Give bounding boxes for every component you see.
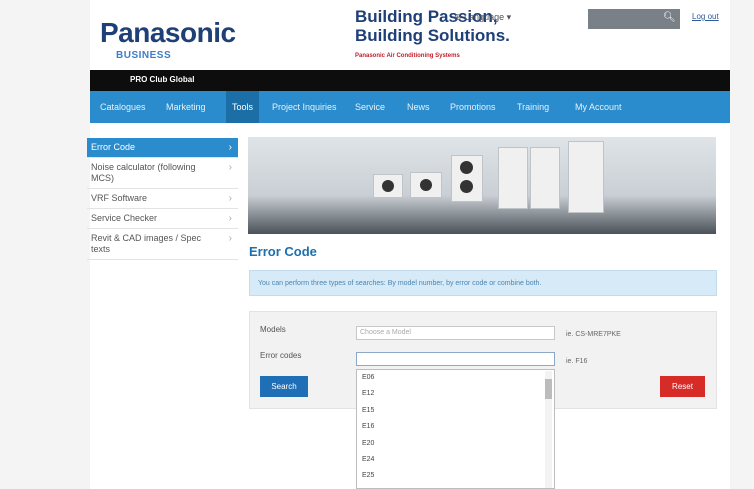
fan-icon [460, 161, 473, 174]
sidebar-item-label: Error Code [91, 142, 136, 152]
models-label: Models [260, 325, 286, 334]
nav-tools[interactable]: Tools [226, 91, 260, 123]
models-hint: ie. CS-MRE7PKE [566, 331, 621, 338]
sidebar-item-service-checker[interactable]: Service Checker › [87, 209, 238, 229]
error-codes-hint: ie. F16 [566, 358, 588, 365]
nav-news[interactable]: News [401, 91, 436, 123]
logout-link[interactable]: Log out [692, 12, 719, 21]
dropdown-option[interactable]: E25 [357, 468, 554, 484]
sidebar-item-label: VRF Software [91, 193, 148, 203]
chevron-right-icon: › [228, 213, 232, 224]
club-bar: PRO Club Global [90, 70, 730, 91]
search-icon[interactable]: 🔍︎ [663, 12, 676, 23]
nav-marketing[interactable]: Marketing [160, 91, 212, 123]
sidebar-item-vrf-software[interactable]: VRF Software › [87, 189, 238, 209]
reset-button[interactable]: Reset [660, 376, 705, 397]
vrf-unit-image [498, 147, 528, 209]
tagline-line2: Building Solutions. [355, 26, 510, 45]
language-selector[interactable]: ⊕ Language ▾ [454, 12, 511, 23]
search-button[interactable]: Search [260, 376, 308, 397]
outdoor-unit-image [410, 172, 442, 198]
error-codes-input[interactable] [356, 352, 555, 366]
nav-promotions[interactable]: Promotions [444, 91, 502, 123]
sidebar-item-noise-calculator[interactable]: Noise calculator (following MCS) › [87, 158, 238, 189]
fan-icon [460, 180, 473, 193]
product-banner [248, 137, 716, 234]
outdoor-unit-image [373, 174, 403, 198]
chevron-right-icon: › [228, 162, 232, 173]
chevron-right-icon: › [228, 142, 232, 153]
sidebar-item-label: Revit & CAD images / Spec texts [91, 233, 202, 254]
panasonic-logo[interactable]: Panasonic [100, 17, 236, 49]
sidebar-item-revit-cad[interactable]: Revit & CAD images / Spec texts › [87, 229, 238, 260]
nav-service[interactable]: Service [349, 91, 391, 123]
club-label: PRO Club Global [130, 75, 195, 84]
dropdown-option[interactable]: E20 [357, 436, 554, 452]
dropdown-option[interactable]: E24 [357, 452, 554, 468]
page-title: Error Code [249, 244, 317, 259]
error-codes-label: Error codes [260, 351, 302, 360]
chevron-right-icon: › [228, 233, 232, 244]
outdoor-unit-image [451, 155, 483, 202]
nav-catalogues[interactable]: Catalogues [94, 91, 152, 123]
dropdown-option[interactable]: E15 [357, 403, 554, 419]
vrf-unit-image [568, 141, 604, 213]
nav-training[interactable]: Training [511, 91, 555, 123]
dropdown-option[interactable]: E16 [357, 419, 554, 435]
info-box: You can perform three types of searches:… [249, 270, 717, 296]
nav-project-inquiries[interactable]: Project Inquiries [266, 91, 343, 123]
models-select[interactable]: Choose a Model [356, 326, 555, 340]
fan-icon [382, 180, 394, 192]
sidebar-item-error-code[interactable]: Error Code › [87, 138, 238, 158]
dropdown-option[interactable]: E12 [357, 386, 554, 402]
sidebar-item-label: Noise calculator (following MCS) [91, 162, 196, 183]
fan-icon [420, 179, 432, 191]
sidebar: Error Code › Noise calculator (following… [87, 138, 238, 260]
scrollbar-thumb[interactable] [545, 379, 552, 399]
business-label: BUSINESS [116, 50, 172, 61]
error-code-dropdown[interactable]: E06 E12 E15 E16 E20 E24 E25 [356, 369, 555, 489]
vrf-unit-image [530, 147, 560, 209]
sidebar-item-label: Service Checker [91, 213, 158, 223]
nav-my-account[interactable]: My Account [569, 91, 628, 123]
tagline-sub: Panasonic Air Conditioning Systems [355, 53, 460, 59]
dropdown-option[interactable]: E06 [357, 370, 554, 386]
main-nav: Catalogues Marketing Tools Project Inqui… [90, 91, 730, 123]
chevron-right-icon: › [228, 193, 232, 204]
